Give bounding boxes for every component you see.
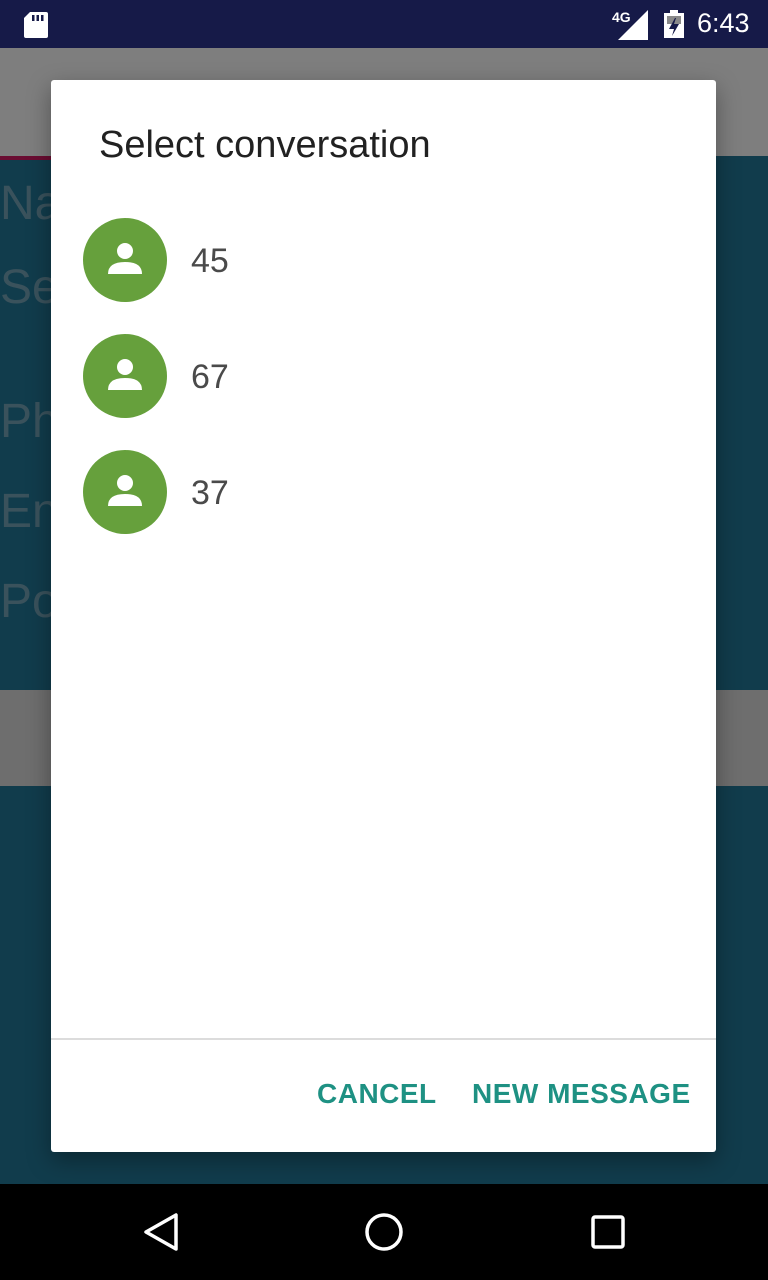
- select-conversation-dialog: Select conversation 45 67 37 CANCEL NEW …: [51, 80, 716, 1152]
- status-bar: 4G 6:43: [0, 0, 768, 48]
- back-icon[interactable]: [142, 1212, 180, 1252]
- dialog-divider: [51, 1038, 716, 1040]
- navigation-bar: [0, 1184, 768, 1280]
- conversation-item[interactable]: 67: [51, 318, 716, 434]
- person-icon: [108, 475, 142, 506]
- avatar: [83, 450, 167, 534]
- dialog-title: Select conversation: [99, 124, 431, 166]
- home-icon[interactable]: [363, 1211, 405, 1253]
- conversation-item[interactable]: 37: [51, 434, 716, 550]
- conversation-list: 45 67 37: [51, 202, 716, 550]
- conversation-name: 37: [191, 474, 229, 512]
- conversation-name: 67: [191, 358, 229, 396]
- conversation-item[interactable]: 45: [51, 202, 716, 318]
- person-icon: [108, 243, 142, 274]
- avatar: [83, 334, 167, 418]
- cancel-button[interactable]: CANCEL: [317, 1078, 437, 1110]
- clock: 6:43: [697, 8, 750, 38]
- avatar: [83, 218, 167, 302]
- new-message-button[interactable]: NEW MESSAGE: [472, 1078, 691, 1110]
- conversation-name: 45: [191, 242, 229, 280]
- recents-icon[interactable]: [590, 1214, 626, 1250]
- sd-card-icon: [24, 12, 48, 38]
- screen: 4G 6:43 Na Se Ph En Po Select conversati…: [0, 0, 768, 1280]
- signal-icon: [618, 10, 648, 40]
- person-icon: [108, 359, 142, 390]
- battery-icon: [664, 10, 684, 38]
